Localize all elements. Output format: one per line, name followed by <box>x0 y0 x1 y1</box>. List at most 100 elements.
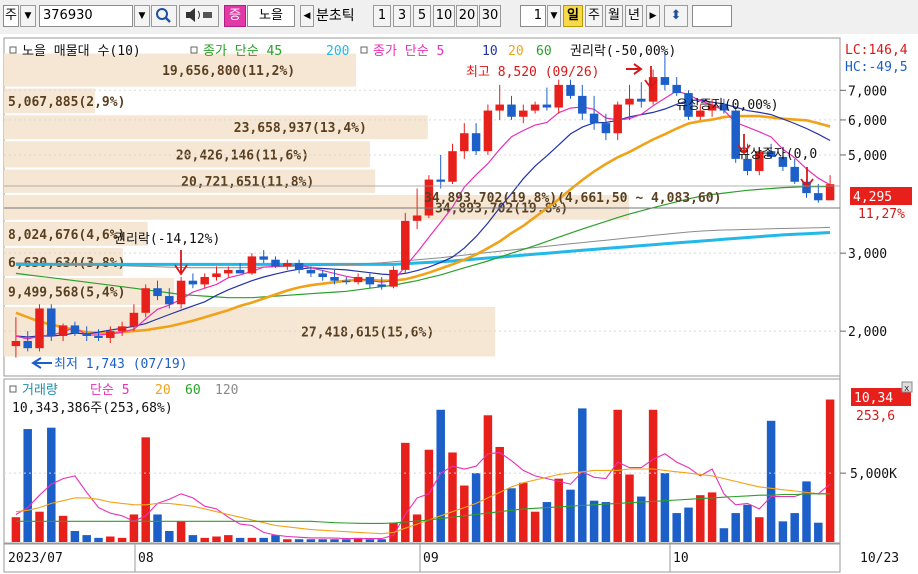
candle-body <box>825 184 835 201</box>
last-price-label: 4,295 <box>853 190 892 205</box>
candle-body <box>460 133 469 152</box>
close-icon-glyph: x <box>904 384 910 394</box>
volume-bar <box>436 409 445 542</box>
extra-input[interactable] <box>692 5 732 27</box>
volume-profile-label: 8,024,676(4,6%) <box>8 228 125 243</box>
period-day-button[interactable]: 일 <box>563 5 583 27</box>
volume-bar <box>306 539 316 542</box>
volume-bar <box>424 449 434 542</box>
candle-body <box>471 133 481 152</box>
volume-profile-label: 20,426,146(11,6%) <box>176 148 309 163</box>
candle-body <box>377 284 386 287</box>
time-axis <box>3 543 841 573</box>
next-arrow-icon[interactable]: ▶ <box>646 5 660 27</box>
candle-body <box>141 288 150 313</box>
hc-label: HC:-49,5 <box>845 60 908 75</box>
market-select[interactable]: 주 <box>3 5 19 27</box>
candle-body <box>389 269 398 287</box>
volume-bar <box>743 504 752 542</box>
volume-bar <box>330 539 339 542</box>
volume-bar <box>212 536 221 542</box>
legend-ma5: 종가 단순 5 <box>373 44 444 59</box>
volume-bar <box>141 437 150 542</box>
interval-input[interactable]: 1 <box>520 5 546 27</box>
candle-body <box>625 98 634 105</box>
candle-body <box>365 277 375 285</box>
volume-bar <box>412 514 422 542</box>
period-type-label[interactable]: 분초틱 <box>316 5 355 27</box>
volume-tick-label: 5,000K <box>850 467 897 482</box>
volume-bar <box>625 474 634 542</box>
candle-body <box>259 256 268 260</box>
sound-icon[interactable] <box>179 5 219 27</box>
candle-body <box>247 256 257 274</box>
volume-bar <box>755 517 764 542</box>
legend-ma200: 200 <box>326 44 349 59</box>
volume-bar <box>294 539 304 542</box>
volume-bar <box>519 482 528 542</box>
candle-body <box>330 277 339 281</box>
legend-ma20: 20 <box>508 44 524 59</box>
chevron-down-icon[interactable]: ▼ <box>547 5 561 27</box>
candle-body <box>530 104 540 111</box>
price-tick-label: 7,000 <box>848 84 887 99</box>
volume-bar <box>188 535 198 542</box>
volume-bar <box>660 473 670 542</box>
chevron-down-icon[interactable]: ▼ <box>20 5 36 27</box>
volume-profile-label: 9,499,568(5,4%) <box>8 285 125 300</box>
volume-profile-label: 5,067,885(2,9%) <box>8 95 125 110</box>
period-10-button[interactable]: 10 <box>433 5 455 27</box>
candle-body <box>200 277 209 285</box>
volume-bar <box>601 502 611 542</box>
x-label-2023-07: 2023/07 <box>8 551 63 566</box>
candle-body <box>637 98 646 102</box>
volume-bar <box>200 537 209 542</box>
period-year-button[interactable]: 년 <box>625 5 643 27</box>
volume-bar <box>247 537 257 542</box>
candle-body <box>235 269 245 274</box>
x-label-08: 08 <box>138 551 154 566</box>
volume-bar <box>283 539 292 542</box>
period-3-button[interactable]: 3 <box>393 5 411 27</box>
volume-profile-label: 23,658,937(13,4%) <box>234 121 367 136</box>
period-1-button[interactable]: 1 <box>373 5 391 27</box>
volume-bar <box>495 446 504 542</box>
volume-bar <box>153 514 162 542</box>
legend-ma10: 10 <box>482 44 498 59</box>
period-5-button[interactable]: 5 <box>413 5 431 27</box>
volume-bar <box>613 409 622 542</box>
search-icon[interactable] <box>151 5 177 27</box>
candle-body <box>35 308 44 349</box>
volume-bar <box>825 399 835 542</box>
candle-body <box>578 95 587 114</box>
legend-ma45: 종가 단순 45 <box>203 44 282 59</box>
chevron-down-icon[interactable]: ▼ <box>134 5 150 27</box>
candle-body <box>224 269 233 274</box>
candle-body <box>436 179 445 182</box>
candle-body <box>176 280 186 305</box>
chart-area: 27,418,615(15,6%)9,499,568(5,4%)6,630,63… <box>0 34 918 574</box>
vol-legend-ma5: 단순 5 <box>90 383 130 398</box>
annotation-right-issue-top: 권리락(-50,00%) <box>570 44 676 59</box>
volume-profile-label: 20,721,651(11,8%) <box>181 175 314 190</box>
period-20-button[interactable]: 20 <box>456 5 478 27</box>
volume-bar <box>672 513 681 542</box>
legend-ma60: 60 <box>536 44 552 59</box>
selection-mark[interactable]: 증 <box>224 5 246 27</box>
volume-bar <box>696 495 705 542</box>
volume-bar <box>165 530 174 542</box>
updown-arrow-icon[interactable]: ⬍ <box>664 5 688 27</box>
period-week-button[interactable]: 주 <box>585 5 603 27</box>
annotation-bonus-2: 유상증자(0,0 <box>738 147 817 162</box>
vol-last-label: 10,34 <box>854 391 893 406</box>
stock-code-input[interactable]: 376930 <box>39 5 133 27</box>
candle-body <box>519 110 528 117</box>
prev-arrow-icon[interactable]: ◀ <box>300 5 314 27</box>
period-30-button[interactable]: 30 <box>479 5 501 27</box>
period-month-button[interactable]: 월 <box>605 5 623 27</box>
toolbar: 주 ▼ 376930 ▼ 증 노을 ◀ 분초틱 1 3 5 10 20 30 1… <box>0 0 918 35</box>
annotation-range: 34,893,702(19,8%)(4,661,50 ~ 4,083,60) <box>424 191 721 206</box>
candle-body <box>23 340 32 349</box>
last-pct-label: 11,27% <box>858 207 905 222</box>
candle-body <box>58 325 68 336</box>
